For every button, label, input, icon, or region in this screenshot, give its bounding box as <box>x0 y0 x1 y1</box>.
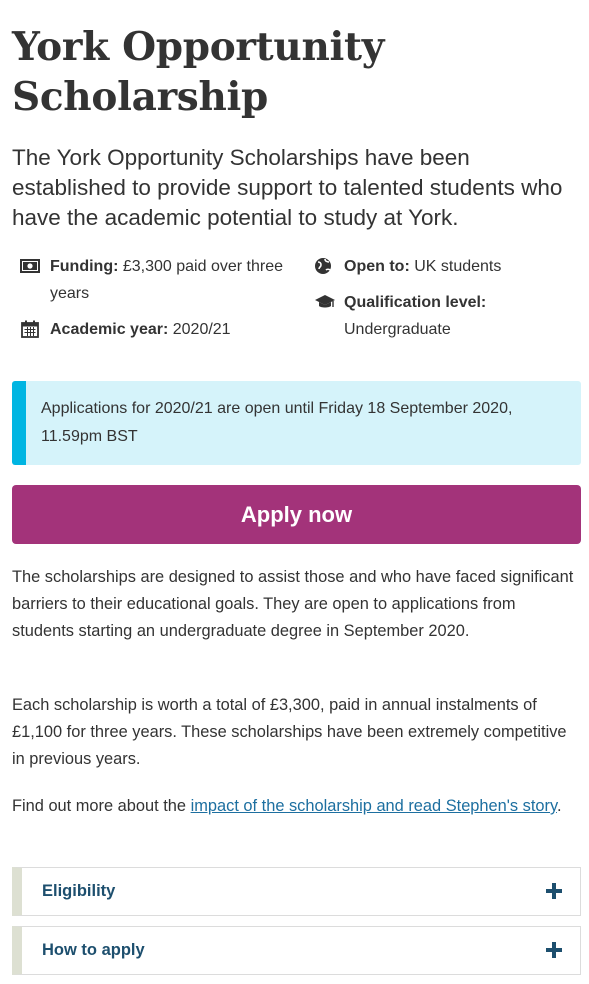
deadline-alert-text: Applications for 2020/21 are open until … <box>41 400 513 445</box>
plus-icon <box>546 942 562 958</box>
calendar-icon <box>20 320 40 338</box>
body-paragraph-1: The scholarships are designed to assist … <box>12 568 574 640</box>
fact-qualification-value: Undergraduate <box>344 321 451 338</box>
story-link[interactable]: impact of the scholarship and read Steph… <box>191 797 557 815</box>
deadline-alert: Applications for 2020/21 are open until … <box>12 381 581 465</box>
fact-funding-label: Funding: <box>50 258 119 275</box>
body-paragraph-3: Find out more about the impact of the sc… <box>12 793 582 820</box>
facts-list: Funding: £3,300 paid over three years Ac… <box>20 253 580 353</box>
banknote-icon <box>20 257 40 275</box>
fact-open-to-label: Open to: <box>344 258 410 275</box>
accordion-eligibility[interactable]: Eligibility <box>12 867 581 916</box>
graduation-cap-icon <box>314 293 335 311</box>
accordion-how-to-apply[interactable]: How to apply <box>12 926 581 975</box>
fact-academic-year-value: 2020/21 <box>168 321 231 338</box>
globe-icon <box>314 257 334 275</box>
fact-open-to-value: UK students <box>409 258 502 275</box>
body-paragraph-3-prefix: Find out more about the <box>12 797 191 815</box>
lead-paragraph: The York Opportunity Scholarships have b… <box>12 145 563 230</box>
plus-icon <box>546 883 562 899</box>
accordion-how-to-apply-label: How to apply <box>42 941 145 959</box>
body-paragraph-2: Each scholarship is worth a total of £3,… <box>12 696 567 768</box>
body-paragraph-3-suffix: . <box>556 797 562 815</box>
apply-now-button[interactable]: Apply now <box>12 485 581 544</box>
fact-qualification-label: Qualification level: <box>344 294 487 311</box>
fact-academic-year-label: Academic year: <box>50 321 169 338</box>
accordion-eligibility-label: Eligibility <box>42 882 116 900</box>
page-title: York Opportunity Scholarship <box>12 24 385 120</box>
